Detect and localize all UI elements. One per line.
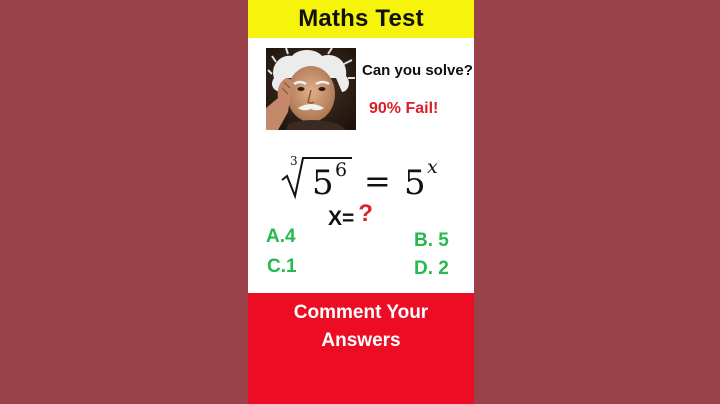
- cta-line-1: Comment Your: [293, 302, 429, 323]
- root-index: 3: [290, 154, 298, 168]
- page-title: Maths Test: [298, 5, 424, 32]
- rhs-exponent: x: [427, 156, 438, 178]
- cta-line-2: Answers: [321, 330, 401, 351]
- radicand-power: 6: [335, 159, 347, 181]
- option-d[interactable]: D. 2: [414, 258, 449, 280]
- fail-rate-text: 90% Fail!: [369, 100, 439, 117]
- rhs-base: 5: [404, 163, 426, 202]
- equals-sign: =: [364, 162, 391, 200]
- portrait-drawing: [266, 48, 356, 130]
- option-a[interactable]: A.4: [266, 226, 296, 248]
- unknown-label: X=: [328, 207, 355, 230]
- unknown-prompt: X=?: [328, 200, 373, 232]
- quiz-card: Maths Test Can you solve? 90% Fail! 3 5 …: [248, 0, 474, 404]
- challenge-question: Can you solve?: [362, 62, 473, 79]
- question-mark-icon: ?: [358, 200, 373, 227]
- portrait-image: [266, 48, 356, 130]
- equation: 3 5 6 = 5 x: [281, 154, 438, 202]
- comment-banner: Comment Your Answers: [248, 293, 474, 404]
- option-b[interactable]: B. 5: [414, 230, 449, 252]
- radicand-base: 5: [312, 163, 334, 202]
- title-banner: Maths Test: [248, 0, 474, 38]
- option-c[interactable]: C.1: [267, 256, 297, 278]
